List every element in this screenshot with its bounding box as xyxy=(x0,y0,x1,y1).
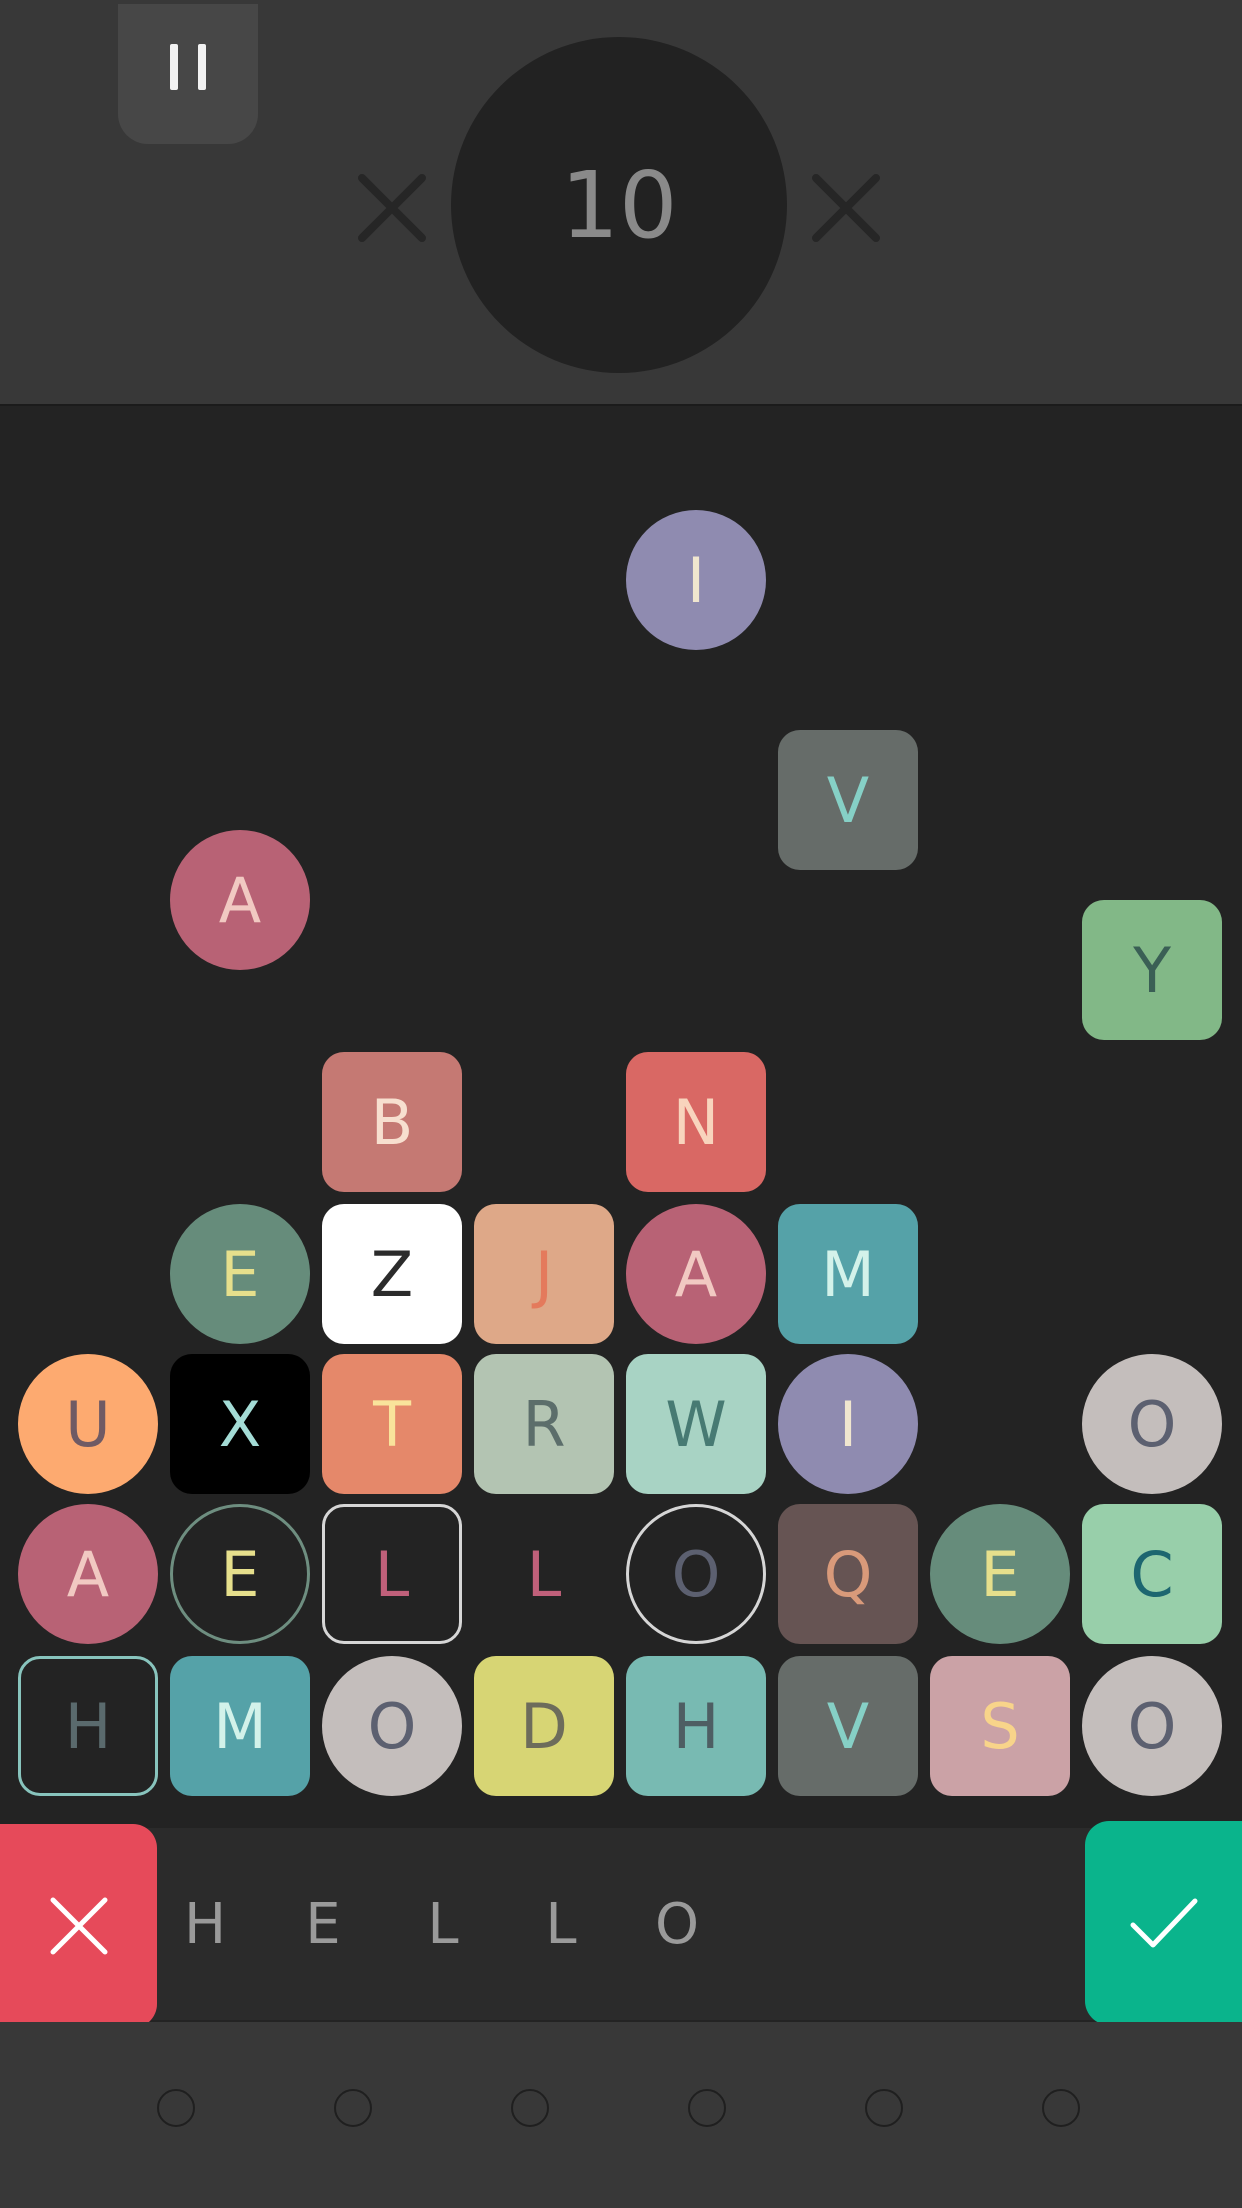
score-display: 10 xyxy=(451,37,787,373)
progress-dot xyxy=(511,2089,549,2127)
letter-tile[interactable]: O xyxy=(626,1504,766,1644)
letter-tile[interactable]: M xyxy=(170,1656,310,1796)
letter-tile[interactable]: E xyxy=(170,1504,310,1644)
clear-word-button[interactable] xyxy=(0,1824,157,2028)
letter-tile[interactable]: H xyxy=(18,1656,158,1796)
pause-icon xyxy=(170,44,178,90)
progress-dot xyxy=(334,2089,372,2127)
letter-tile[interactable]: E xyxy=(930,1504,1070,1644)
letter-tile[interactable]: O xyxy=(1082,1656,1222,1796)
current-word-letter: L xyxy=(427,1892,459,1957)
letter-tile[interactable]: B xyxy=(322,1052,462,1192)
letter-tile[interactable]: W xyxy=(626,1354,766,1494)
current-word-letter: L xyxy=(545,1892,577,1957)
letter-tile[interactable]: E xyxy=(170,1204,310,1344)
letter-tile[interactable]: I xyxy=(626,510,766,650)
letter-tile[interactable]: O xyxy=(1082,1354,1222,1494)
letter-tile[interactable]: M xyxy=(778,1204,918,1344)
letter-tile[interactable]: N xyxy=(626,1052,766,1192)
letter-tile[interactable]: C xyxy=(1082,1504,1222,1644)
progress-dot xyxy=(688,2089,726,2127)
letter-tile[interactable]: A xyxy=(170,830,310,970)
letter-tile[interactable]: A xyxy=(626,1204,766,1344)
letter-tile[interactable]: Q xyxy=(778,1504,918,1644)
submit-word-button[interactable] xyxy=(1085,1821,1242,2025)
letter-tile[interactable]: H xyxy=(626,1656,766,1796)
letter-tile[interactable]: V xyxy=(778,730,918,870)
progress-dot xyxy=(157,2089,195,2127)
letter-tile[interactable]: L xyxy=(474,1504,614,1644)
current-word-letter: E xyxy=(305,1892,341,1957)
letter-tile[interactable]: Z xyxy=(322,1204,462,1344)
letter-tile[interactable]: I xyxy=(778,1354,918,1494)
letter-tile[interactable]: A xyxy=(18,1504,158,1644)
letter-tile[interactable]: T xyxy=(322,1354,462,1494)
letter-tile[interactable]: O xyxy=(322,1656,462,1796)
current-word-letter: H xyxy=(183,1892,227,1957)
pause-icon-bar-right xyxy=(198,44,206,90)
progress-dot xyxy=(865,2089,903,2127)
letter-tile[interactable]: Y xyxy=(1082,900,1222,1040)
letter-tile[interactable]: X xyxy=(170,1354,310,1494)
letter-tile[interactable]: D xyxy=(474,1656,614,1796)
check-icon xyxy=(1130,1898,1197,1948)
current-word-letter: O xyxy=(654,1892,700,1957)
score-value: 10 xyxy=(560,151,678,259)
letter-board: IVAYBNEZJAMUXTRWIOAELLOQECHMODHVSO xyxy=(0,406,1242,1826)
letter-tile[interactable]: R xyxy=(474,1354,614,1494)
letter-tile[interactable]: V xyxy=(778,1656,918,1796)
pause-button[interactable] xyxy=(118,4,258,144)
letter-tile[interactable]: S xyxy=(930,1656,1070,1796)
letter-tile[interactable]: U xyxy=(18,1354,158,1494)
letter-tile[interactable]: J xyxy=(474,1204,614,1344)
strike-left-x-mark-icon xyxy=(352,168,432,248)
progress-dot xyxy=(1042,2089,1080,2127)
game-header: 10 xyxy=(0,0,1242,406)
letter-tile[interactable]: L xyxy=(322,1504,462,1644)
strike-right-x-mark-icon xyxy=(806,168,886,248)
close-icon xyxy=(50,1897,107,1955)
